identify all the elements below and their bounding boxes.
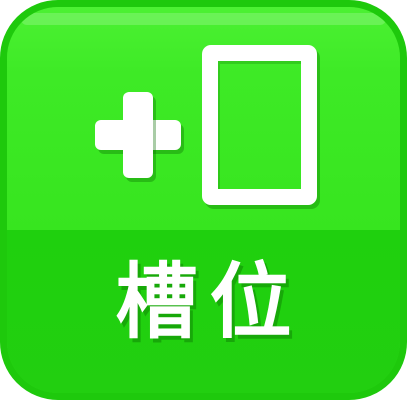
button-label: 槽位	[115, 255, 304, 350]
add-slot-button[interactable]: 槽位	[0, 0, 407, 400]
card-slot-icon	[202, 45, 317, 205]
plus-icon-vertical-bar	[123, 92, 153, 178]
plus-icon	[95, 92, 181, 178]
button-gloss	[21, 13, 386, 25]
